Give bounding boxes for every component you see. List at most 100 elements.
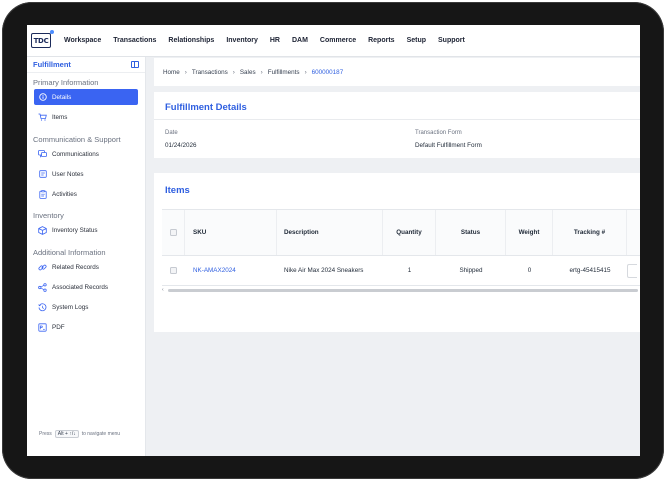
breadcrumb: Home › Transactions › Sales › Fulfillmen…: [154, 58, 640, 86]
hint-suffix: to navigate menu: [81, 431, 121, 437]
breadcrumb-home[interactable]: Home: [163, 69, 180, 76]
column-header-description[interactable]: Description: [277, 210, 383, 255]
sidebar-item-details[interactable]: Details: [34, 89, 138, 105]
tdc-logo[interactable]: TDC: [31, 30, 54, 48]
cart-icon: [38, 113, 47, 122]
column-header-actions: [627, 210, 640, 255]
transaction-form-value: Default Fulfillment Form: [415, 142, 482, 149]
horizontal-scrollbar[interactable]: ‹: [162, 287, 640, 293]
column-header-quantity[interactable]: Quantity: [383, 210, 436, 255]
chevron-right-icon: ›: [260, 68, 263, 76]
sidebar-item-label: System Logs: [52, 303, 89, 311]
nav-support[interactable]: Support: [438, 37, 465, 44]
column-header-status[interactable]: Status: [436, 210, 506, 255]
breadcrumb-transactions[interactable]: Transactions: [192, 69, 228, 76]
clipboard-icon: [38, 189, 47, 199]
nav-inventory[interactable]: Inventory: [226, 37, 258, 44]
app-screen: TDC Workspace Transactions Relationships…: [27, 25, 640, 456]
nav-workspace[interactable]: Workspace: [64, 37, 101, 44]
description-cell: Nike Air Max 2024 Sneakers: [284, 267, 364, 274]
divider: [154, 119, 640, 120]
items-title: Items: [165, 185, 190, 196]
sidebar-item-label: Inventory Status: [52, 226, 98, 234]
column-header-weight[interactable]: Weight: [506, 210, 553, 255]
nav-setup[interactable]: Setup: [407, 37, 426, 44]
sidebar-title: Fulfillment: [33, 60, 71, 69]
link-icon: [38, 263, 47, 272]
nav-transactions[interactable]: Transactions: [113, 37, 156, 44]
chevron-right-icon: ›: [304, 68, 307, 76]
section-communication-support: Communication & Support: [33, 135, 121, 144]
row-action-cell: [627, 256, 640, 285]
sidebar-header: Fulfillment: [27, 57, 145, 73]
sidebar-item-activities[interactable]: Activities: [34, 186, 138, 202]
items-panel: Items SKU Description Quantity Status We…: [154, 173, 640, 332]
items-table: SKU Description Quantity Status Weight T…: [162, 209, 640, 286]
row-select-cell: [162, 256, 185, 285]
weight-cell: 0: [527, 267, 532, 274]
pdf-icon: [38, 322, 47, 332]
nav-relationships[interactable]: Relationships: [168, 37, 214, 44]
date-label: Date: [165, 130, 178, 136]
sidebar-item-label: Items: [52, 113, 68, 121]
table-row[interactable]: NK-AMAX2024 Nike Air Max 2024 Sneakers 1…: [162, 256, 640, 286]
breadcrumb-fulfillments[interactable]: Fulfillments: [268, 69, 300, 76]
table-header-row: SKU Description Quantity Status Weight T…: [162, 210, 640, 256]
sidebar: Fulfillment Primary Information Details …: [27, 57, 146, 456]
select-all-cell: [162, 210, 185, 255]
sku-link[interactable]: NK-AMAX2024: [193, 267, 236, 274]
sidebar-item-pdf[interactable]: PDF: [34, 319, 138, 335]
scrollbar-thumb[interactable]: [168, 288, 638, 292]
sidebar-item-items[interactable]: Items: [34, 109, 138, 125]
breadcrumb-sales[interactable]: Sales: [240, 69, 256, 76]
sidebar-item-system-logs[interactable]: System Logs: [34, 299, 138, 315]
sidebar-item-inventory-status[interactable]: Inventory Status: [34, 222, 138, 238]
column-header-sku[interactable]: SKU: [185, 210, 277, 255]
keyboard-shortcut: Alt + ↑/↓: [54, 430, 79, 438]
quantity-cell: 1: [407, 267, 412, 274]
section-additional-information: Additional Information: [33, 248, 106, 257]
sidebar-toggle-icon[interactable]: [131, 61, 139, 68]
row-checkbox[interactable]: [170, 267, 177, 274]
sidebar-item-communications[interactable]: Communications: [34, 146, 138, 162]
sidebar-item-label: User Notes: [52, 170, 84, 178]
status-cell: Shipped: [459, 267, 483, 274]
sku-cell: NK-AMAX2024: [185, 256, 277, 285]
breadcrumb-current-record: 600000187: [311, 68, 344, 76]
sidebar-item-label: Associated Records: [52, 283, 108, 291]
nav-dam[interactable]: DAM: [292, 37, 308, 44]
details-title: Fulfillment Details: [165, 102, 247, 113]
history-icon: [38, 302, 47, 312]
sidebar-item-label: PDF: [52, 323, 65, 331]
fulfillment-details-panel: Fulfillment Details Date 01/24/2026 Tran…: [154, 92, 640, 158]
nav-hr[interactable]: HR: [270, 37, 280, 44]
date-value: 01/24/2026: [165, 142, 197, 149]
sidebar-item-associated-records[interactable]: Associated Records: [34, 279, 138, 295]
top-navigation: TDC Workspace Transactions Relationships…: [27, 25, 640, 57]
sidebar-keyboard-hint: Press Alt + ↑/↓ to navigate menu: [39, 430, 120, 438]
note-icon: [38, 170, 47, 179]
share-icon: [38, 282, 47, 292]
tracking-cell: ertg-45415415: [569, 267, 611, 274]
chevron-right-icon: ›: [232, 68, 235, 76]
chevron-right-icon: ›: [184, 68, 187, 76]
nav-reports[interactable]: Reports: [368, 37, 394, 44]
box-icon: [38, 225, 47, 235]
sidebar-item-related-records[interactable]: Related Records: [34, 259, 138, 275]
sidebar-item-label: Communications: [52, 150, 99, 158]
row-action-button[interactable]: [627, 263, 637, 278]
column-header-tracking[interactable]: Tracking #: [553, 210, 627, 255]
chat-icon: [38, 150, 47, 159]
sidebar-item-label: Related Records: [52, 263, 99, 271]
transaction-form-label: Transaction Form: [415, 130, 462, 136]
sidebar-item-user-notes[interactable]: User Notes: [34, 166, 138, 182]
tablet-frame: TDC Workspace Transactions Relationships…: [2, 2, 664, 479]
nav-commerce[interactable]: Commerce: [320, 37, 356, 44]
select-all-checkbox[interactable]: [169, 229, 177, 236]
section-primary-information: Primary Information: [33, 78, 99, 87]
sidebar-item-label: Activities: [52, 190, 77, 198]
sidebar-item-label: Details: [52, 93, 72, 101]
hint-prefix: Press: [39, 431, 52, 437]
section-inventory: Inventory: [33, 211, 64, 220]
info-icon: [38, 93, 47, 102]
